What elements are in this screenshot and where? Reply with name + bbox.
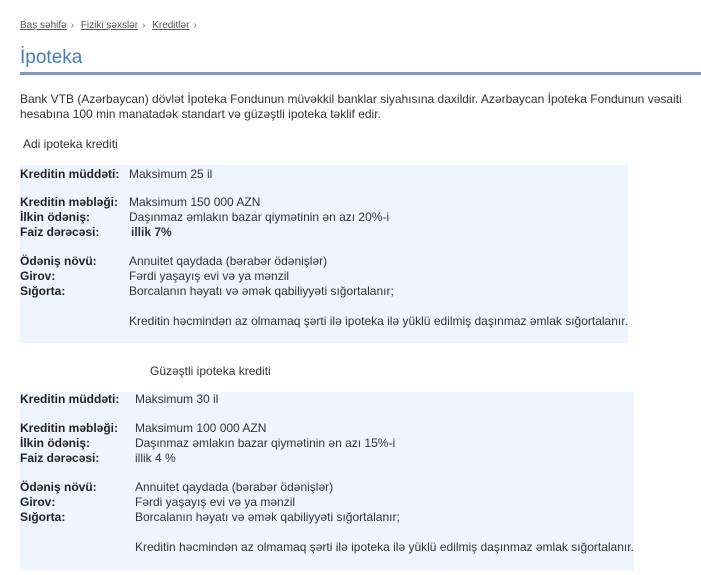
preferential-mortgage-panel: Kreditin müddəti: Maksimum 30 il Kreditin…	[20, 392, 634, 570]
insurance-label: Sığorta:	[20, 510, 66, 524]
page-title: İpoteka	[20, 47, 83, 68]
down-payment-label: İlkin ödəniş:	[20, 210, 91, 224]
breadcrumb-individuals-link[interactable]: Fiziki şəxslər	[81, 20, 138, 31]
chevron-right-icon: ›	[142, 20, 146, 31]
term-value: Maksimum 30 il	[135, 392, 219, 406]
rate-value: illik 4 %	[135, 451, 176, 465]
payment-type-label: Ödəniş növü:	[20, 254, 97, 268]
term-label: Kreditin müddəti:	[20, 392, 120, 406]
insurance-value: Borcalanın həyatı və əmək qabiliyyəti sı…	[135, 510, 400, 524]
payment-type-value: Annuitet qaydada (bərabər ödənişlər)	[135, 480, 334, 494]
pledge-value: Fərdi yaşayış evi və ya mənzil	[135, 495, 296, 509]
breadcrumb: Baş səhifə › Fiziki şəxslər › Kreditlər ›	[20, 20, 201, 31]
amount-label: Kreditin məbləği:	[20, 421, 119, 435]
term-value: Maksimum 25 il	[129, 167, 213, 181]
pledge-value: Fərdi yaşayış evi və ya mənzil	[129, 269, 290, 283]
payment-type-label: Ödəniş növü:	[20, 480, 97, 494]
pledge-label: Girov:	[20, 269, 56, 283]
down-payment-value: Daşınmaz əmlakın bazar qiymətinin ən azı…	[129, 210, 390, 224]
term-label: Kreditin müddəti:	[20, 167, 120, 181]
down-payment-value: Daşınmaz əmlakın bazar qiymətinin ən azı…	[135, 436, 396, 450]
amount-value: Maksimum 150 000 AZN	[129, 195, 261, 209]
chevron-right-icon: ›	[70, 20, 75, 31]
section-title-preferential: Güzəştli ipoteka krediti	[150, 364, 271, 378]
insurance-note: Kreditin həcmindən az olmamaq şərti ilə …	[135, 540, 634, 554]
insurance-note: Kreditin həcmindən az olmamaq şərti ilə …	[129, 314, 628, 328]
rate-label: Faiz dərəcəsi:	[20, 451, 100, 465]
amount-label: Kreditin məbləği:	[20, 195, 119, 209]
rate-value: illik 7%	[131, 225, 172, 239]
chevron-right-icon: ›	[193, 20, 197, 31]
intro-text: Bank VTB (Azərbaycan) dövlət İpoteka Fon…	[20, 92, 682, 121]
rate-label: Faiz dərəcəsi:	[20, 225, 100, 239]
down-payment-label: İlkin ödəniş:	[20, 436, 91, 450]
section-title-standard: Adi ipoteka krediti	[23, 137, 118, 151]
breadcrumb-home-link[interactable]: Baş səhifə	[20, 20, 67, 31]
title-divider	[20, 72, 701, 75]
breadcrumb-credits-link[interactable]: Kreditlər	[152, 20, 189, 31]
payment-type-value: Annuitet qaydada (bərabər ödənişlər)	[129, 254, 328, 268]
insurance-label: Sığorta:	[20, 284, 66, 298]
pledge-label: Girov:	[20, 495, 56, 509]
standard-mortgage-panel: Kreditin müddəti: Maksimum 25 il Kreditin…	[20, 165, 628, 343]
insurance-value: Borcalanın həyatı və əmək qabiliyyəti sı…	[129, 284, 394, 298]
amount-value: Maksimum 100 000 AZN	[135, 421, 267, 435]
